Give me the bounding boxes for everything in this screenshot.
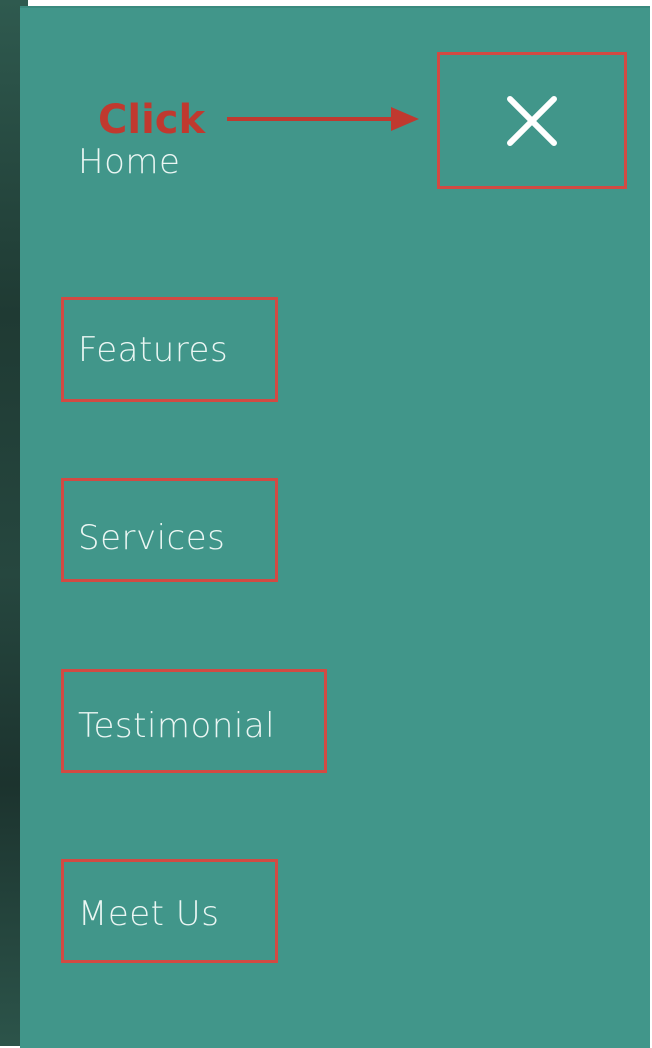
annotation-click-label: Click	[98, 97, 206, 143]
nav-item-meet-us[interactable]: Meet Us	[78, 897, 219, 931]
arrow-right-icon	[227, 107, 419, 131]
nav-item-services[interactable]: Services	[78, 521, 225, 555]
screenshot-frame: Home Features Services Testimonial Meet …	[0, 0, 652, 1048]
nav-item-home[interactable]: Home	[78, 145, 180, 179]
nav-item-testimonial[interactable]: Testimonial	[78, 709, 275, 743]
nav-item-features[interactable]: Features	[78, 333, 228, 367]
close-menu-button[interactable]	[437, 52, 627, 189]
close-x-icon	[507, 95, 557, 146]
